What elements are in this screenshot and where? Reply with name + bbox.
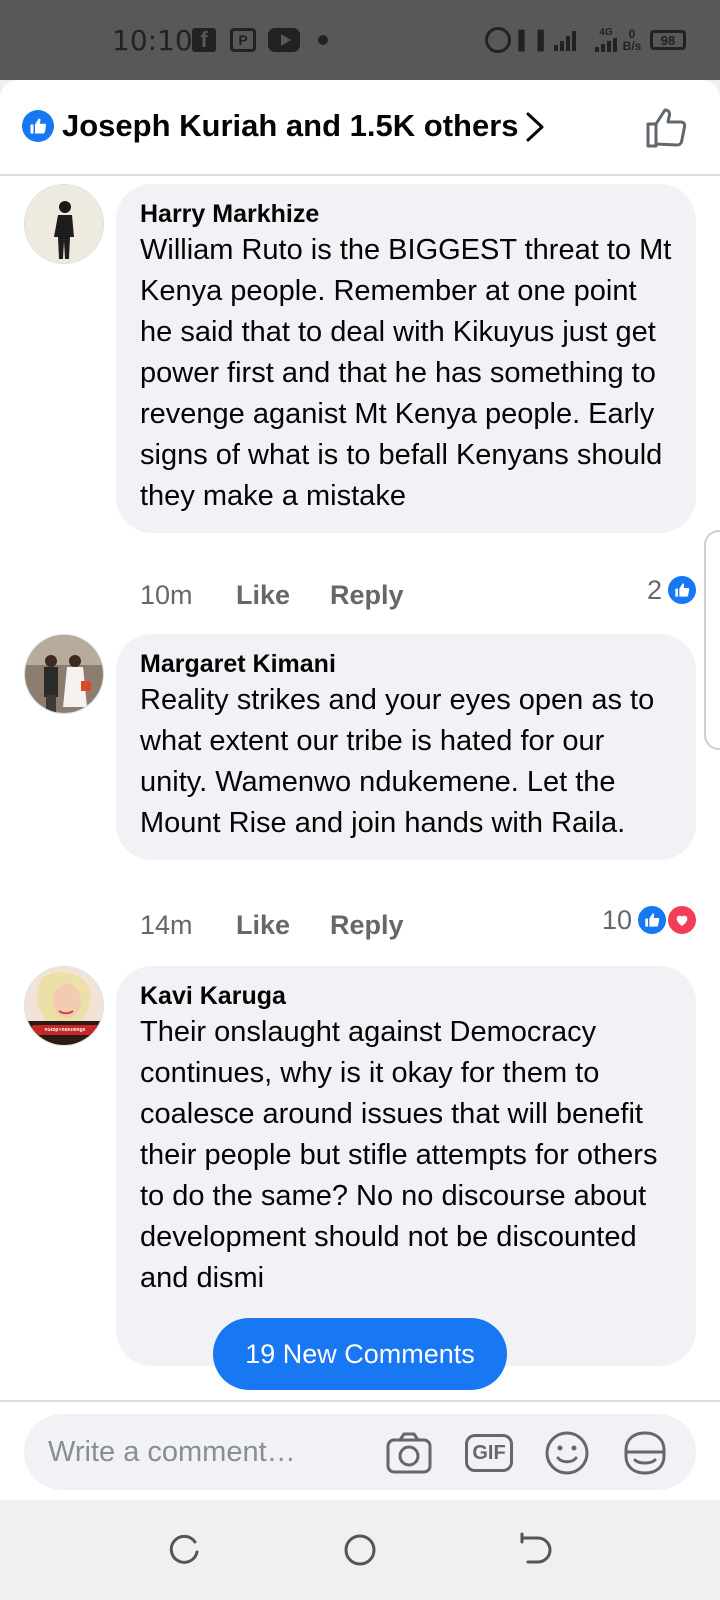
data-rate-unit: B/s (622, 39, 642, 53)
comment-input[interactable] (48, 1432, 378, 1472)
like-reaction-icon (666, 574, 698, 606)
gif-icon[interactable]: GIF (464, 1428, 514, 1478)
comment-time: 10m (140, 580, 193, 610)
edge-panel-handle[interactable] (704, 530, 720, 750)
vibrate-icon: ▌▐ (518, 29, 544, 50)
comment-bubble[interactable]: Margaret Kimani Reality strikes and your… (116, 634, 696, 860)
like-reaction-icon (636, 904, 668, 936)
camera-icon[interactable] (384, 1428, 434, 1478)
like-badge-icon (22, 110, 54, 142)
reaction-count: 2 (646, 574, 662, 605)
like-button[interactable]: Like (236, 910, 290, 941)
avatar[interactable]: #StopTheKillings (24, 966, 104, 1046)
gif-label: GIF (465, 1434, 513, 1472)
battery-icon: 98 (650, 30, 686, 50)
status-time: 10:10 (112, 24, 193, 57)
sticker-icon[interactable] (620, 1428, 670, 1478)
comment-bubble[interactable]: Kavi Karuga Their onslaught against Demo… (116, 966, 696, 1366)
reactions-summary[interactable]: Joseph Kuriah and 1.5K others (62, 108, 519, 144)
comment-bubble[interactable]: Harry Markhize William Ruto is the BIGGE… (116, 184, 696, 533)
comments-sheet: Joseph Kuriah and 1.5K others Harry Mark… (0, 80, 720, 1500)
reaction-count: 10 (601, 904, 632, 935)
comment-author[interactable]: Harry Markhize (140, 198, 672, 230)
recent-apps-icon[interactable] (163, 1530, 203, 1570)
emoji-icon[interactable] (542, 1428, 592, 1478)
like-button[interactable]: Like (236, 580, 290, 611)
battery-level: 98 (660, 32, 676, 48)
comment-author[interactable]: Kavi Karuga (140, 980, 672, 1012)
comment-reactions[interactable]: 10 (602, 904, 698, 936)
back-icon[interactable] (516, 1530, 556, 1570)
youtube-notification-icon (268, 28, 300, 52)
comment-author[interactable]: Margaret Kimani (140, 648, 672, 680)
comment-composer: GIF (0, 1400, 720, 1500)
alarm-icon (485, 27, 511, 53)
comment-reactions[interactable]: 2 (647, 574, 698, 606)
comment-time: 14m (140, 910, 193, 940)
chevron-right-icon[interactable] (520, 110, 550, 144)
avatar[interactable] (24, 634, 104, 714)
love-reaction-icon (666, 904, 698, 936)
facebook-notification-icon: f (192, 27, 216, 52)
comment-text: Reality strikes and your eyes open as to… (140, 684, 655, 839)
reply-button[interactable]: Reply (330, 580, 404, 611)
signal-icon (550, 28, 580, 52)
system-navigation-bar (0, 1500, 720, 1600)
status-bar: 10:10 f P ▌▐ 4G 0 B/s 98 (0, 0, 720, 80)
home-icon[interactable] (340, 1530, 380, 1570)
comment-text: William Ruto is the BIGGEST threat to Mt… (140, 234, 672, 512)
comment-input-container: GIF (24, 1414, 696, 1490)
reply-button[interactable]: Reply (330, 910, 404, 941)
signal-4g-icon: 4G (590, 28, 622, 52)
signal-type: 4G (599, 27, 613, 38)
avatar-caption: #StopTheKillings (44, 1028, 86, 1033)
more-notifications-icon (318, 35, 328, 45)
thumbs-up-icon[interactable] (644, 104, 690, 150)
app-notification-icon: P (230, 28, 256, 52)
avatar[interactable] (24, 184, 104, 264)
reactions-header[interactable]: Joseph Kuriah and 1.5K others (0, 80, 720, 176)
comment-text: Their onslaught against Democracy contin… (140, 1016, 658, 1294)
data-rate: 0 B/s (620, 28, 644, 52)
new-comments-button[interactable]: 19 New Comments (213, 1318, 507, 1390)
